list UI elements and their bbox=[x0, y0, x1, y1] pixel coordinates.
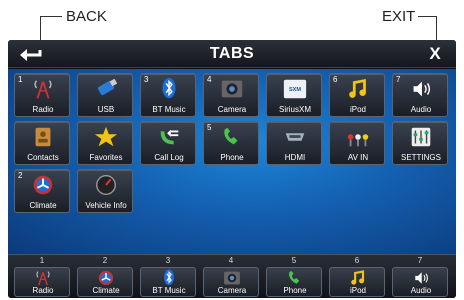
tab-tile-hdmi[interactable]: HDMI bbox=[266, 121, 322, 165]
head-unit-screen: TABS X 1 Radio USB 3 BT Music 4 Camera SXM Siriu… bbox=[8, 40, 456, 298]
climate-fan-icon bbox=[98, 270, 114, 286]
back-callout-label: BACK bbox=[66, 8, 107, 25]
siriusxm-icon: SXM bbox=[283, 79, 307, 99]
tab-label: Climate bbox=[29, 201, 57, 210]
tab-tile-call-log[interactable]: Call Log bbox=[140, 121, 196, 165]
speaker-icon bbox=[415, 272, 428, 284]
tab-tile-contacts[interactable]: Contacts bbox=[14, 121, 70, 165]
tab-tile-vehicle-info[interactable]: Vehicle Info bbox=[77, 169, 133, 213]
tab-label: Vehicle Info bbox=[85, 201, 127, 210]
shortcut-label: Phone bbox=[283, 286, 307, 295]
tab-number: 4 bbox=[207, 75, 212, 84]
shortcut-label: Audio bbox=[410, 286, 432, 295]
tab-label: BT Music bbox=[152, 105, 186, 114]
tab-label: Phone bbox=[220, 153, 244, 162]
shortcut-tile-radio[interactable]: Radio bbox=[14, 267, 70, 297]
bluetooth-icon bbox=[164, 269, 174, 286]
shortcut-number: 1 bbox=[39, 256, 45, 265]
tab-tile-av-in[interactable]: AV IN bbox=[329, 121, 385, 165]
shortcut-tile-audio[interactable]: Audio bbox=[392, 267, 448, 297]
tab-tile-phone[interactable]: 5 Phone bbox=[203, 121, 259, 165]
tab-tile-siriusxm[interactable]: SXM SiriusXM bbox=[266, 73, 322, 117]
tab-label: SETTINGS bbox=[400, 153, 441, 162]
tab-label: Audio bbox=[410, 105, 432, 114]
tab-tile-radio[interactable]: 1 Radio bbox=[14, 73, 70, 117]
tab-tile-settings[interactable]: SETTINGS bbox=[392, 121, 448, 165]
phone-icon bbox=[289, 270, 300, 284]
contacts-book-icon bbox=[35, 127, 51, 147]
tab-tile-ipod[interactable]: 6 iPod bbox=[329, 73, 385, 117]
title-bar: TABS X bbox=[8, 40, 456, 68]
tab-label: Contacts bbox=[27, 153, 59, 162]
tab-label: HDMI bbox=[284, 153, 306, 162]
radio-tower-icon bbox=[34, 80, 52, 99]
shortcut-number: 6 bbox=[354, 256, 360, 265]
radio-tower-icon bbox=[36, 271, 50, 286]
star-icon bbox=[94, 126, 118, 147]
music-note-icon bbox=[351, 270, 365, 285]
camera-icon bbox=[221, 80, 243, 98]
shortcut-tile-camera[interactable]: Camera bbox=[203, 267, 259, 297]
tab-label: Call Log bbox=[154, 153, 184, 162]
exit-button[interactable]: X bbox=[424, 43, 446, 65]
tab-tile-climate[interactable]: 2 Climate bbox=[14, 169, 70, 213]
tab-number: 5 bbox=[207, 123, 212, 132]
shortcut-number: 4 bbox=[228, 256, 234, 265]
tab-label: SiriusXM bbox=[278, 105, 311, 114]
tab-number: 2 bbox=[18, 171, 23, 180]
tab-tile-favorites[interactable]: Favorites bbox=[77, 121, 133, 165]
shortcut-tile-climate[interactable]: Climate bbox=[77, 267, 133, 297]
exit-callout-line bbox=[418, 16, 436, 17]
shortcut-label: Camera bbox=[217, 286, 247, 295]
tab-tile-audio[interactable]: 7 Audio bbox=[392, 73, 448, 117]
shortcut-tile-bt-music[interactable]: BT Music bbox=[140, 267, 196, 297]
camera-icon bbox=[224, 271, 240, 285]
tab-label: Radio bbox=[32, 105, 54, 114]
page-title: TABS bbox=[209, 45, 255, 62]
tab-label: Favorites bbox=[89, 153, 123, 162]
call-log-icon bbox=[160, 129, 179, 145]
climate-fan-icon bbox=[33, 175, 53, 195]
tab-number: 7 bbox=[396, 75, 401, 84]
exit-callout-label: EXIT bbox=[382, 8, 416, 25]
speaker-icon bbox=[413, 81, 431, 97]
gauge-icon bbox=[96, 175, 116, 195]
tab-tile-bt-music[interactable]: 3 BT Music bbox=[140, 73, 196, 117]
tab-number: 3 bbox=[144, 75, 149, 84]
tab-tile-camera[interactable]: 4 Camera bbox=[203, 73, 259, 117]
shortcut-bar: 1 Radio 2 Climate 3 BT Music 4 Camera 5 Phone 6 iPo… bbox=[8, 254, 456, 298]
tab-number: 1 bbox=[18, 75, 23, 84]
phone-icon bbox=[224, 127, 238, 145]
shortcut-label: BT Music bbox=[152, 286, 186, 295]
svg-text:SXM: SXM bbox=[289, 87, 301, 93]
shortcut-number: 3 bbox=[165, 256, 171, 265]
tab-label: AV IN bbox=[347, 153, 369, 162]
shortcut-number: 5 bbox=[291, 256, 297, 265]
shortcut-label: Climate bbox=[92, 286, 120, 295]
back-callout-line bbox=[40, 16, 62, 17]
tab-grid: 1 Radio USB 3 BT Music 4 Camera SXM SiriusXM 6 iPo… bbox=[8, 69, 456, 254]
av-cable-icon bbox=[347, 134, 369, 147]
hdmi-icon bbox=[285, 133, 305, 141]
settings-sliders-icon bbox=[411, 127, 431, 147]
tab-label: Camera bbox=[217, 105, 247, 114]
shortcut-number: 7 bbox=[417, 256, 423, 265]
shortcut-number: 2 bbox=[102, 256, 108, 265]
tab-tile-usb[interactable]: USB bbox=[77, 73, 133, 117]
tab-label: USB bbox=[97, 105, 115, 114]
shortcut-label: iPod bbox=[349, 286, 366, 295]
bluetooth-icon bbox=[162, 77, 176, 99]
tab-label: iPod bbox=[349, 105, 366, 114]
shortcut-tile-phone[interactable]: Phone bbox=[266, 267, 322, 297]
usb-icon bbox=[97, 78, 118, 96]
shortcut-label: Radio bbox=[32, 286, 54, 295]
music-note-icon bbox=[349, 78, 366, 98]
shortcut-tile-ipod[interactable]: iPod bbox=[329, 267, 385, 297]
tab-number: 6 bbox=[333, 75, 338, 84]
